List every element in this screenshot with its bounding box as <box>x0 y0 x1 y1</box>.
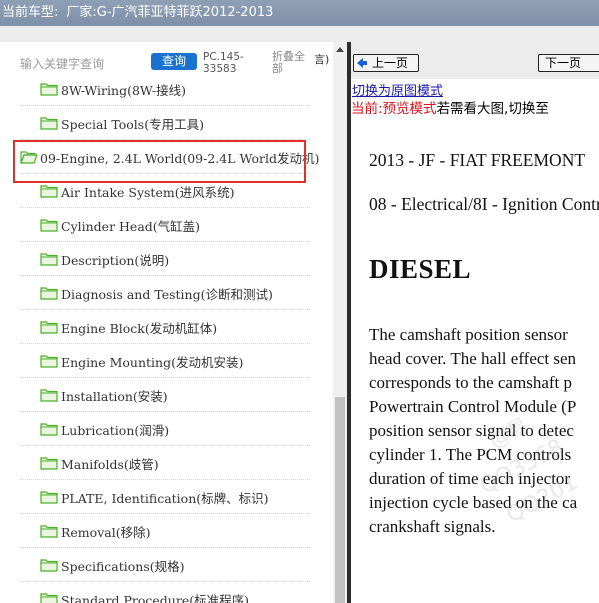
doc-text-line: crankshaft signals. <box>369 517 496 536</box>
collapse-all-button[interactable]: 折叠全部 <box>272 51 312 75</box>
folder-icon <box>40 251 58 266</box>
toolbar-strip <box>0 26 599 42</box>
folder-icon <box>40 115 58 130</box>
document-code: PC.145-33583 <box>203 51 244 75</box>
tree-node-label: Diagnosis and Testing(诊断和测试) <box>61 287 273 302</box>
doc-text-line: Powertrain Control Module (P <box>369 397 577 416</box>
tree-node-label: 8W-Wiring(8W-接线) <box>61 83 186 98</box>
left-arrow-icon <box>357 58 367 68</box>
next-page-button[interactable]: 下一页 <box>538 54 599 72</box>
mode-current: 当前:预览模式 <box>351 101 437 117</box>
search-bar: 输入关键字查询 查询 PC.145-33583 折叠全部 言) <box>0 42 333 82</box>
tree-node[interactable]: Diagnosis and Testing(诊断和测试) <box>20 276 310 310</box>
folder-icon <box>40 82 58 96</box>
window-title-bar: 当前车型: 厂家:G-广汽菲亚特菲跃2012-2013 <box>0 0 599 26</box>
tree-node-label: Installation(安装) <box>61 389 168 404</box>
tree-node[interactable]: Special Tools(专用工具) <box>20 106 310 140</box>
title-prefix: 当前车型: <box>2 5 59 20</box>
tree-node-label: Special Tools(专用工具) <box>61 117 204 132</box>
prev-page-label: 上一页 <box>371 56 408 70</box>
doc-text-line: duration of time each injector <box>369 469 571 488</box>
tree-node[interactable]: Engine Mounting(发动机安装) <box>20 344 310 378</box>
tree-node-label: Standard Procedure(标准程序) <box>61 593 249 603</box>
folder-icon <box>40 319 58 334</box>
search-input[interactable]: 输入关键字查询 <box>20 55 104 72</box>
tree-node[interactable]: Specifications(规格) <box>20 548 310 582</box>
tree-node[interactable]: Engine Block(发动机缸体) <box>20 310 310 344</box>
folder-icon <box>40 353 58 368</box>
tree-node[interactable]: Description(说明) <box>20 242 310 276</box>
tree-node-label: Lubrication(润滑) <box>61 423 170 438</box>
tree-node[interactable]: Cylinder Head(气缸盖) <box>20 208 310 242</box>
topic-tree: 8W-Wiring(8W-接线) Special Tools(专用工具) 09-En… <box>0 82 333 603</box>
mode-hint: 若需看大图,切换至 <box>436 101 549 117</box>
doc-text-line: head cover. The hall effect sen <box>369 349 577 368</box>
doc-heading: DIESEL <box>369 254 472 284</box>
tree-node[interactable]: Standard Procedure(标准程序) <box>20 582 310 603</box>
tree-node-label: Specifications(规格) <box>61 559 185 574</box>
doc-section-line: 08 - Electrical/8I - Ignition Control <box>369 194 599 214</box>
mode-status: 当前:预览模式若需看大图,切换至 <box>351 97 549 117</box>
query-button[interactable]: 查询 <box>151 53 197 70</box>
tree-node-label: 09-Engine, 2.4L World(09-2.4L World发动机) <box>40 151 320 166</box>
folder-open-icon <box>20 149 38 164</box>
folder-icon <box>40 523 58 538</box>
tree-node[interactable]: Installation(安装) <box>20 378 310 412</box>
title-vehicle: 厂家:G-广汽菲亚特菲跃2012-2013 <box>66 5 274 20</box>
doc-text-line: injection cycle based on the ca <box>369 493 578 512</box>
tree-node-label: Air Intake System(进风系统) <box>61 185 235 200</box>
doc-text-line: The camshaft position sensor <box>369 325 568 344</box>
scrollbar-thumb[interactable] <box>335 397 345 603</box>
tree-node-label: Removal(移除) <box>61 525 151 540</box>
tree-node[interactable]: Air Intake System(进风系统) <box>20 174 310 208</box>
language-toggle[interactable]: 言) <box>314 51 329 67</box>
doc-text-line: cylinder 1. The PCM controls <box>369 445 572 464</box>
folder-icon <box>40 421 58 436</box>
folder-icon <box>40 455 58 470</box>
tree-node[interactable]: Lubrication(润滑) <box>20 412 310 446</box>
tree-node-label: Engine Mounting(发动机安装) <box>61 355 244 370</box>
tree-node-label: Manifolds(歧管) <box>61 457 159 472</box>
folder-icon <box>40 387 58 402</box>
tree-node-label: Cylinder Head(气缸盖) <box>61 219 201 234</box>
document-viewer: 上一页 下一页 切换为原图模式 当前:预览模式若需看大图,切换至 2013 - … <box>351 42 599 603</box>
prev-page-button[interactable]: 上一页 <box>353 54 419 72</box>
next-page-label: 下一页 <box>545 56 582 70</box>
tree-node[interactable]: PLATE, Identification(标牌、标识) <box>20 480 310 514</box>
tree-node[interactable]: Manifolds(歧管) <box>20 446 310 480</box>
tree-node-label: Engine Block(发动机缸体) <box>61 321 218 336</box>
doc-text-line: corresponds to the camshaft p <box>369 373 572 392</box>
tree-node[interactable]: 8W-Wiring(8W-接线) <box>20 82 310 106</box>
navigation-panel: 输入关键字查询 查询 PC.145-33583 折叠全部 言) 8W-Wirin… <box>0 42 333 603</box>
doc-text-line: position sensor signal to detec <box>369 421 574 440</box>
folder-icon <box>40 285 58 300</box>
tree-node-label: Description(说明) <box>61 253 170 268</box>
tree-node-label: PLATE, Identification(标牌、标识) <box>61 491 269 506</box>
tree-node[interactable]: Removal(移除) <box>20 514 310 548</box>
folder-icon <box>40 557 58 572</box>
tree-node-parent[interactable]: 09-Engine, 2.4L World(09-2.4L World发动机) <box>20 140 319 174</box>
scroll-up-arrow-icon[interactable] <box>333 42 347 58</box>
folder-icon <box>40 591 58 603</box>
tree-scrollbar[interactable] <box>333 42 347 603</box>
page-navigation: 上一页 下一页 <box>351 42 599 79</box>
folder-icon <box>40 217 58 232</box>
folder-icon <box>40 489 58 504</box>
doc-model-line: 2013 - JF - FIAT FREEMONT <box>369 150 586 170</box>
folder-icon <box>40 183 58 198</box>
doc-body: The camshaft position sensor head cover. … <box>369 323 577 539</box>
